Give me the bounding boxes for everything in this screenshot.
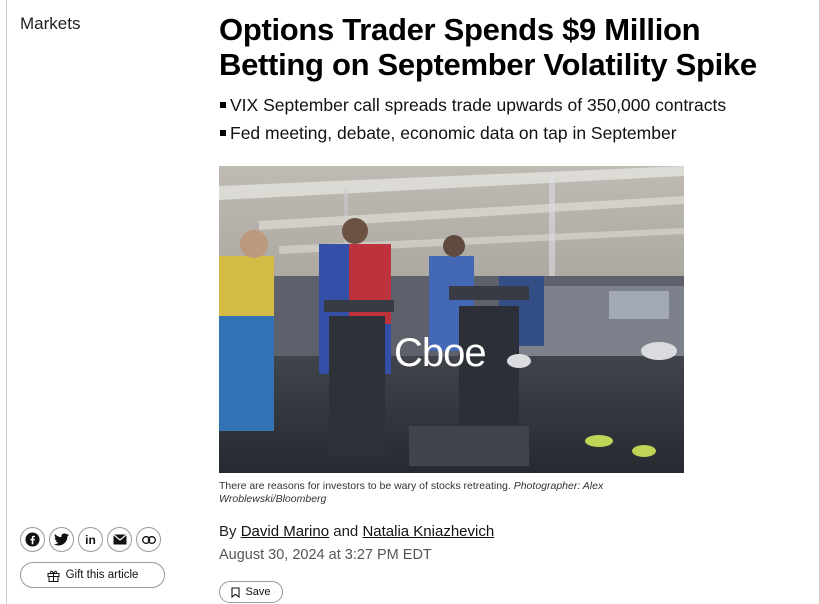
gift-icon (47, 570, 60, 582)
left-border (6, 0, 7, 604)
cboe-logo-text: Cboe (394, 331, 486, 375)
byline: By David Marino and Natalia Kniazhevich (219, 523, 494, 540)
trading-floor-photo: Cboe (219, 166, 684, 473)
share-linkedin-button[interactable]: in (78, 527, 103, 552)
bookmark-icon (231, 586, 241, 598)
share-twitter-button[interactable] (49, 527, 74, 552)
article-summary-list: VIX September call spreads trade upwards… (219, 91, 726, 147)
author-link-natalia-kniazhevich[interactable]: Natalia Kniazhevich (362, 523, 494, 540)
save-button[interactable]: Save (219, 581, 283, 603)
caption-text: There are reasons for investors to be wa… (219, 480, 511, 492)
summary-bullet-text: VIX September call spreads trade upwards… (230, 95, 727, 115)
article-headline: Options Trader Spends $9 Million Betting… (219, 12, 757, 82)
byline-joiner: and (333, 523, 359, 540)
byline-prefix: By (219, 523, 237, 540)
summary-bullet: VIX September call spreads trade upwards… (219, 91, 726, 119)
section-label-markets[interactable]: Markets (20, 14, 80, 34)
share-email-button[interactable] (107, 527, 132, 552)
author-link-david-marino[interactable]: David Marino (241, 523, 329, 540)
twitter-icon (54, 533, 69, 546)
image-caption: There are reasons for investors to be wa… (219, 480, 649, 506)
publish-date: August 30, 2024 at 3:27 PM EDT (219, 547, 432, 563)
facebook-icon (25, 532, 40, 547)
bullet-square-icon (220, 102, 226, 108)
email-icon (112, 534, 127, 545)
summary-bullet: Fed meeting, debate, economic data on ta… (219, 119, 726, 147)
gift-article-button[interactable]: Gift this article (20, 562, 165, 588)
gift-article-label: Gift this article (65, 569, 139, 581)
share-buttons: in (20, 527, 161, 552)
linkedin-icon: in (85, 532, 96, 547)
copy-link-button[interactable] (136, 527, 161, 552)
bullet-square-icon (220, 130, 226, 136)
link-icon (141, 535, 156, 544)
share-facebook-button[interactable] (20, 527, 45, 552)
article-hero-image: Cboe (219, 166, 684, 473)
save-button-label: Save (245, 586, 271, 598)
summary-bullet-text: Fed meeting, debate, economic data on ta… (230, 123, 677, 143)
